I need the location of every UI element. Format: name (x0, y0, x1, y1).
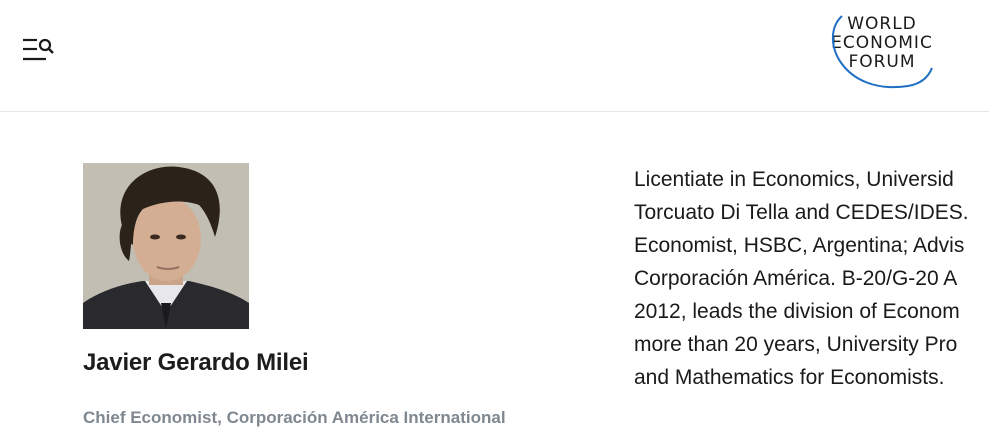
bio-line: Licentiate in Economics, Universid (634, 168, 954, 191)
profile-bio: Licentiate in Economics, Universid Torcu… (634, 163, 989, 403)
bio-line: Economist, HSBC, Argentina; Advis (634, 234, 965, 257)
site-header: WORLD ECONOMIC FORUM (0, 0, 989, 112)
profile-photo (83, 163, 249, 329)
bio-line: more than 20 years, University Pro (634, 333, 958, 356)
profile-name: Javier Gerardo Milei (83, 349, 309, 376)
logo-line-forum: FORUM (848, 52, 915, 72)
bio-line: Corporación América. B-20/G-20 A (634, 267, 958, 290)
bio-line: Torcuato Di Tella and CEDES/IDES. (634, 201, 969, 224)
profile-role: Chief Economist, Corporación América Int… (83, 408, 506, 427)
logo-line-world: WORLD (847, 14, 917, 34)
menu-search-button[interactable] (20, 36, 56, 64)
wef-logo[interactable]: WORLD ECONOMIC FORUM (812, 8, 954, 94)
logo-line-economic: ECONOMIC (831, 33, 933, 53)
bio-line: and Mathematics for Economists. (634, 366, 945, 389)
menu-search-icon (23, 38, 54, 61)
bio-line: 2012, leads the division of Econom (634, 300, 960, 323)
